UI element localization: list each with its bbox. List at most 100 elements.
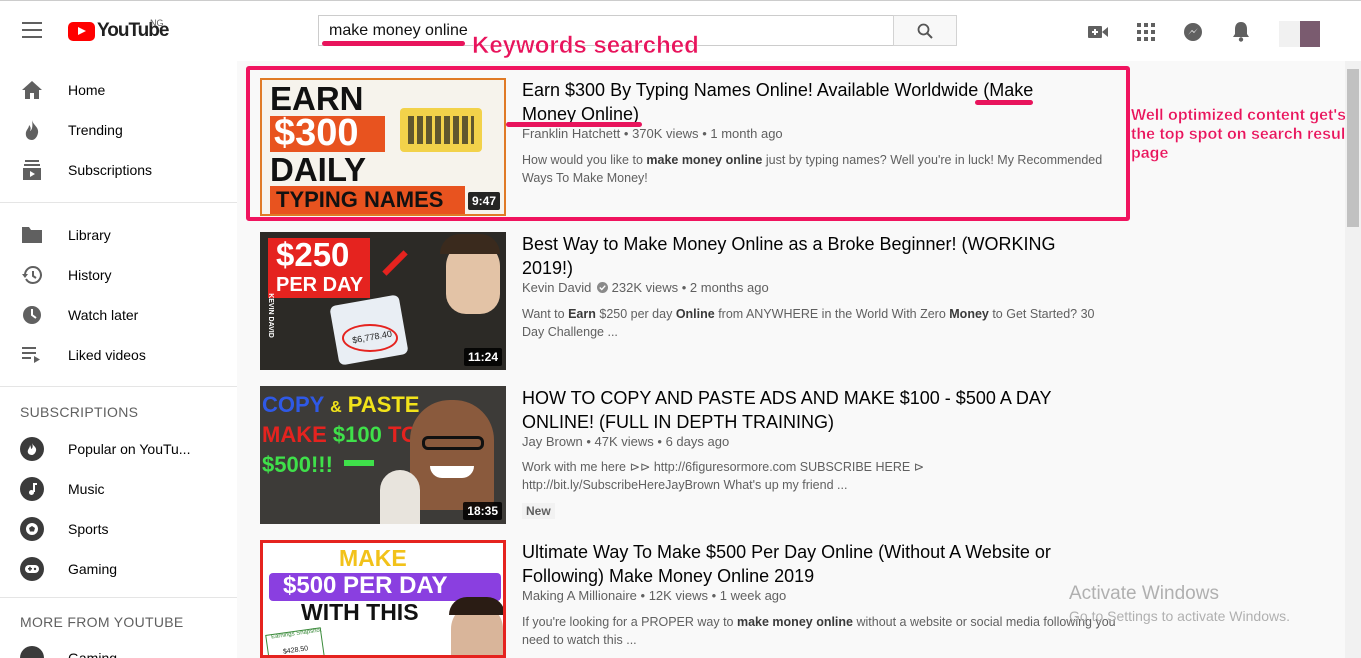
thumb-text: PER DAY xyxy=(276,274,364,296)
sidebar-item-label: Watch later xyxy=(68,307,139,323)
sidebar-item-label: Library xyxy=(68,227,111,243)
title-underline-annotation xyxy=(506,122,642,127)
sidebar-item-label: Trending xyxy=(68,122,123,138)
playlist-icon xyxy=(20,343,44,367)
more-from-youtube-heading: MORE FROM YOUTUBE xyxy=(20,614,184,630)
sidebar-item-music[interactable]: Music xyxy=(0,469,237,509)
search-underline-annotation xyxy=(322,41,465,46)
video-meta: Jay Brown • 47K views • 6 days ago xyxy=(522,434,730,449)
person-face xyxy=(410,400,494,510)
notifications-icon[interactable] xyxy=(1229,20,1253,44)
video-description: If you're looking for a PROPER way to ma… xyxy=(522,615,1116,647)
messages-icon[interactable] xyxy=(1181,20,1205,44)
sidebar-item-label: Popular on YouTu... xyxy=(68,441,191,457)
youtube-play-icon xyxy=(68,21,95,41)
search-icon xyxy=(917,23,933,39)
video-title[interactable]: Best Way to Make Money Online as a Broke… xyxy=(522,232,1062,280)
channel-name[interactable]: Kevin David xyxy=(522,280,591,295)
new-badge: New xyxy=(522,503,555,519)
create-video-icon[interactable] xyxy=(1086,20,1110,44)
youtube-logo[interactable]: YouTube NG xyxy=(68,18,169,42)
sidebar-item-home[interactable]: Home xyxy=(0,70,237,110)
verified-icon xyxy=(597,282,608,293)
sidebar-item-gaming-more[interactable]: Gaming xyxy=(0,638,237,658)
sidebar-item-subscriptions[interactable]: Subscriptions xyxy=(0,150,237,190)
upload-age: 6 days ago xyxy=(665,434,730,449)
folder-icon xyxy=(20,223,44,247)
video-duration: 18:35 xyxy=(463,502,502,520)
video-thumbnail[interactable]: COPY & PASTE MAKE $100 TO $500!!! 18:35 xyxy=(260,386,506,524)
sidebar-divider xyxy=(0,202,237,203)
upload-age: 1 week ago xyxy=(719,588,787,603)
highlight-box-annotation xyxy=(246,66,1130,221)
sidebar-item-label: Subscriptions xyxy=(68,162,153,178)
thumb-text-line: COPY & PASTE xyxy=(262,392,420,417)
keywords-annotation: Keywords searched xyxy=(472,32,699,60)
scrollbar-thumb[interactable] xyxy=(1347,69,1359,227)
clock-icon xyxy=(20,303,44,327)
channel-name[interactable]: Making A Millionaire xyxy=(522,588,637,603)
video-meta: Kevin David 232K views • 2 months ago xyxy=(522,280,769,295)
thumb-text: WITH THIS xyxy=(301,599,419,625)
sidebar-item-liked-videos[interactable]: Liked videos xyxy=(0,335,237,375)
gaming-icon xyxy=(20,646,44,658)
history-icon xyxy=(20,263,44,287)
upload-age: 2 months ago xyxy=(689,280,769,295)
search-result[interactable]: MAKE $500 PER DAY WITH THIS Earnings Sna… xyxy=(260,540,1160,658)
sidebar-divider xyxy=(0,386,237,387)
sidebar-item-label: Music xyxy=(68,481,105,497)
thumb-text: $500!!! xyxy=(262,452,333,477)
thumb-text: $250 xyxy=(276,236,350,273)
video-meta: Making A Millionaire • 12K views • 1 wee… xyxy=(522,588,787,603)
video-title[interactable]: HOW TO COPY AND PASTE ADS AND MAKE $100 … xyxy=(522,386,1062,434)
video-title[interactable]: Ultimate Way To Make $500 Per Day Online… xyxy=(522,540,1062,588)
channel-name[interactable]: Jay Brown xyxy=(522,434,583,449)
thumb-text: MAKE xyxy=(339,545,407,571)
sidebar-item-label: Sports xyxy=(68,521,109,537)
thumb-text: $500 PER DAY xyxy=(283,572,448,599)
video-description: Work with me here ⊳⊳ http://6figuresormo… xyxy=(522,460,925,492)
sidebar-divider xyxy=(0,597,237,598)
top-bar: YouTube NG make money online Keywords se… xyxy=(0,0,1361,61)
music-icon xyxy=(20,477,44,501)
sidebar-item-label: Gaming xyxy=(68,650,118,658)
activate-windows-watermark: Activate Windows Go to Settings to activ… xyxy=(1069,583,1290,624)
avatar[interactable] xyxy=(1279,21,1320,47)
menu-icon[interactable] xyxy=(22,22,42,38)
sidebar-item-popular[interactable]: Popular on YouTu... xyxy=(0,429,237,469)
sidebar: Home Trending Subscriptions Library Hist… xyxy=(0,61,237,658)
thumb-text-line: MAKE $100 TO xyxy=(262,422,419,447)
popular-icon xyxy=(20,437,44,461)
video-description: Want to Earn $250 per day Online from AN… xyxy=(522,307,1095,339)
subscriptions-heading: SUBSCRIPTIONS xyxy=(20,404,139,420)
home-icon xyxy=(20,78,44,102)
sidebar-item-sports[interactable]: Sports xyxy=(0,509,237,549)
apps-icon[interactable] xyxy=(1134,20,1158,44)
view-count: 47K views xyxy=(594,434,654,449)
search-result[interactable]: $250 PER DAY KEVIN DAVID $6,778.40 11:24… xyxy=(260,232,1160,370)
scrollbar[interactable] xyxy=(1345,61,1361,658)
sidebar-item-label: Liked videos xyxy=(68,347,146,363)
optimized-content-annotation: Well optimized content get's the top spo… xyxy=(1131,107,1351,162)
search-result[interactable]: COPY & PASTE MAKE $100 TO $500!!! 18:35 … xyxy=(260,386,1160,524)
sports-icon xyxy=(20,517,44,541)
sidebar-item-label: Gaming xyxy=(68,561,118,577)
title-underline-annotation xyxy=(975,100,1033,105)
video-thumbnail[interactable]: MAKE $500 PER DAY WITH THIS Earnings Sna… xyxy=(260,540,506,658)
sidebar-item-gaming[interactable]: Gaming xyxy=(0,549,237,589)
view-count: 232K views xyxy=(611,280,679,295)
subscriptions-icon xyxy=(20,158,44,182)
sidebar-item-history[interactable]: History xyxy=(0,255,237,295)
country-code: NG xyxy=(150,18,164,28)
video-thumbnail[interactable]: $250 PER DAY KEVIN DAVID $6,778.40 11:24 xyxy=(260,232,506,370)
gaming-icon xyxy=(20,557,44,581)
sidebar-item-label: History xyxy=(68,267,112,283)
thumb-text: KEVIN DAVID xyxy=(266,293,274,338)
video-duration: 11:24 xyxy=(463,348,502,366)
sidebar-item-trending[interactable]: Trending xyxy=(0,110,237,150)
sidebar-item-watch-later[interactable]: Watch later xyxy=(0,295,237,335)
sidebar-item-library[interactable]: Library xyxy=(0,215,237,255)
view-count: 12K views xyxy=(648,588,708,603)
flame-icon xyxy=(20,118,44,142)
search-button[interactable] xyxy=(893,15,957,46)
